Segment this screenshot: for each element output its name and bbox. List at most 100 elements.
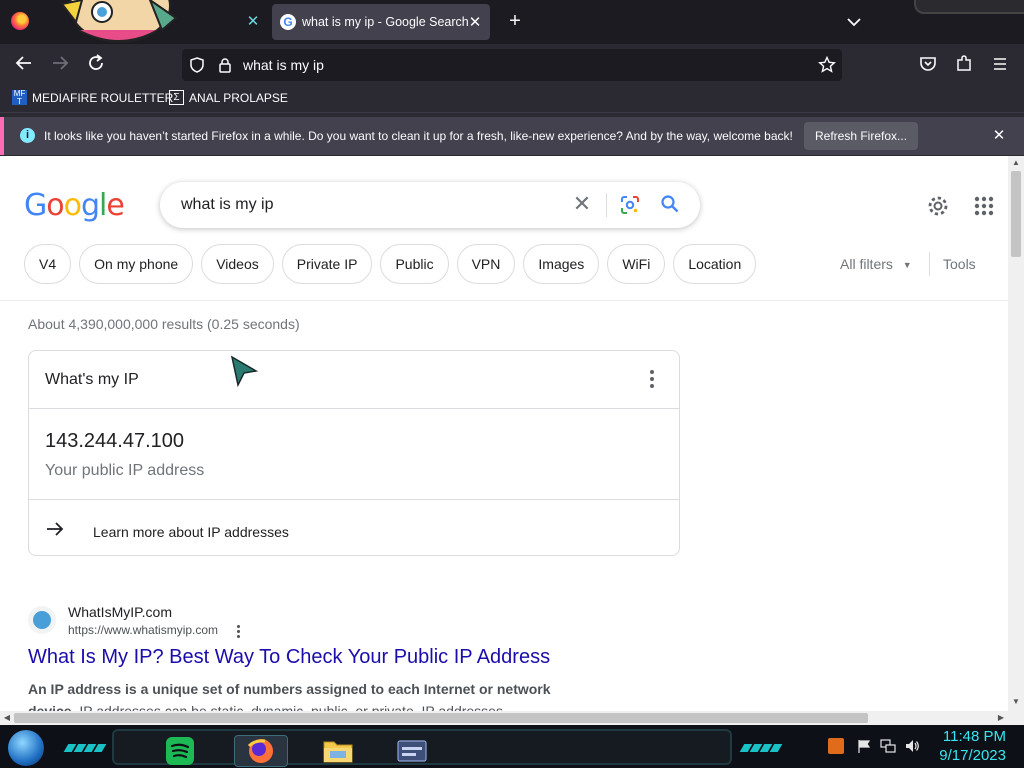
result-site-name[interactable]: WhatIsMyIP.com xyxy=(68,604,172,620)
chip-on-my-phone[interactable]: On my phone xyxy=(79,244,194,284)
result-stats: About 4,390,000,000 results (0.25 second… xyxy=(28,316,300,332)
lock-icon[interactable] xyxy=(216,56,234,74)
refresh-firefox-button[interactable]: Refresh Firefox... xyxy=(804,122,919,150)
taskbar: 11:48 PM 9/17/2023 xyxy=(0,725,1024,768)
vertical-scroll-thumb[interactable] xyxy=(1011,171,1021,257)
google-logo[interactable]: Google xyxy=(24,188,125,223)
notification-message: It looks like you haven’t started Firefo… xyxy=(44,129,793,143)
vertical-scrollbar[interactable]: ▲ ▼ xyxy=(1008,156,1024,711)
ip-address: 143.244.47.100 xyxy=(45,430,185,452)
result-snippet: An IP address is a unique set of numbers… xyxy=(28,678,588,711)
url-text[interactable]: what is my ip xyxy=(243,57,324,73)
spotify-icon[interactable] xyxy=(160,735,200,767)
clear-search-icon[interactable]: ✕ xyxy=(570,191,594,217)
chip-wifi[interactable]: WiFi xyxy=(607,244,666,284)
taskbar-decoration xyxy=(739,739,786,752)
tab-close-icon[interactable]: ✕ xyxy=(466,13,484,31)
new-tab-icon[interactable]: + xyxy=(504,10,526,33)
mediafire-bookmark-icon: MF T xyxy=(12,89,27,106)
forward-arrow-icon[interactable] xyxy=(48,53,72,77)
system-clock[interactable]: 11:48 PM 9/17/2023 xyxy=(934,727,1006,765)
google-favicon-icon: G xyxy=(280,14,296,30)
bookmark-star-icon[interactable] xyxy=(818,55,836,74)
hamburger-menu-icon[interactable] xyxy=(990,54,1010,74)
google-logo-letter: o xyxy=(63,188,82,223)
cartoon-sticker-image xyxy=(58,0,182,46)
pocket-icon[interactable] xyxy=(918,54,938,74)
whatismyip-favicon-icon xyxy=(28,606,56,634)
horizontal-scroll-thumb[interactable] xyxy=(14,713,868,723)
notification-accent-stripe xyxy=(0,117,4,155)
result-url[interactable]: https://www.whatismyip.com xyxy=(68,623,218,637)
all-filters-label: All filters xyxy=(840,256,893,272)
firefox-taskbar-icon[interactable] xyxy=(234,735,288,767)
all-filters-button[interactable]: All filters ▼ xyxy=(840,256,912,272)
notification-close-icon[interactable]: ✕ xyxy=(990,126,1008,144)
ip-address-caption: Your public IP address xyxy=(45,462,205,479)
bookmark-label: ANAL PROLAPSE xyxy=(189,90,288,105)
window-frame-decoration xyxy=(914,0,1024,14)
tools-button[interactable]: Tools xyxy=(943,256,976,272)
scroll-down-icon[interactable]: ▼ xyxy=(1008,697,1024,706)
clock-date: 9/17/2023 xyxy=(939,747,1006,764)
google-logo-letter: e xyxy=(106,188,124,223)
chip-images[interactable]: Images xyxy=(523,244,600,284)
search-magnifier-icon[interactable] xyxy=(660,194,680,214)
chip-videos[interactable]: Videos xyxy=(201,244,274,284)
horizontal-scrollbar[interactable]: ◀ ▶ xyxy=(0,711,1024,725)
scroll-up-icon[interactable]: ▲ xyxy=(1008,158,1024,167)
network-icon[interactable] xyxy=(880,738,896,754)
start-orb-button[interactable] xyxy=(8,730,44,766)
taskbar-decoration xyxy=(63,739,110,752)
chip-private-ip[interactable]: Private IP xyxy=(281,244,373,284)
google-apps-grid-icon[interactable] xyxy=(973,195,995,217)
search-box[interactable]: what is my ip ✕ xyxy=(160,182,700,228)
bookmarks-toolbar: MF T MEDIAFIRE ROULETTER Σ ANAL PROLAPSE xyxy=(0,86,1024,112)
result-options-icon[interactable] xyxy=(235,624,241,640)
dropdown-caret-icon: ▼ xyxy=(902,260,912,270)
tab-1-close-icon[interactable]: ✕ xyxy=(244,12,262,30)
search-input[interactable]: what is my ip xyxy=(181,196,273,214)
search-divider xyxy=(606,193,607,217)
address-bar[interactable]: what is my ip xyxy=(182,49,842,81)
google-logo-letter: g xyxy=(80,188,100,223)
snippet-rest: . IP addresses can be static, dynamic, p… xyxy=(71,703,519,711)
card-divider xyxy=(29,499,679,500)
reload-icon[interactable] xyxy=(84,53,108,77)
whats-my-ip-card: What's my IP 143.244.47.100 Your public … xyxy=(28,350,680,556)
bookmark-anal-prolapse[interactable]: Σ ANAL PROLAPSE xyxy=(169,90,288,105)
more-options-icon[interactable] xyxy=(645,367,659,391)
bookmark-mediafire-rouletter[interactable]: MF T MEDIAFIRE ROULETTER xyxy=(12,89,174,106)
bookmark-label: MEDIAFIRE ROULETTER xyxy=(32,90,174,105)
learn-more-link[interactable]: Learn more about IP addresses xyxy=(45,519,289,545)
tracking-protection-shield-icon[interactable] xyxy=(188,56,206,74)
tab-title: what is my ip - Google Search xyxy=(302,15,469,29)
tab-google-search[interactable]: G what is my ip - Google Search ✕ xyxy=(272,4,490,40)
refresh-firefox-notification: i It looks like you haven’t started Fire… xyxy=(0,112,1024,156)
firefox-logo-icon[interactable] xyxy=(11,12,29,30)
result-title-link[interactable]: What Is My IP? Best Way To Check Your Pu… xyxy=(28,646,550,669)
file-explorer-icon[interactable] xyxy=(318,735,358,767)
volume-icon[interactable] xyxy=(904,738,920,754)
scroll-left-icon[interactable]: ◀ xyxy=(0,711,14,725)
google-lens-icon[interactable] xyxy=(620,195,640,215)
arrow-right-icon xyxy=(45,519,69,545)
chip-location[interactable]: Location xyxy=(673,244,757,284)
back-arrow-icon[interactable] xyxy=(12,53,36,77)
tray-app-icon[interactable] xyxy=(828,738,844,754)
chip-public[interactable]: Public xyxy=(380,244,449,284)
extensions-puzzle-icon[interactable] xyxy=(954,54,974,74)
filter-chips: V4 On my phone Videos Private IP Public … xyxy=(24,244,757,284)
chip-vpn[interactable]: VPN xyxy=(456,244,516,284)
scroll-right-icon[interactable]: ▶ xyxy=(994,711,1008,725)
action-center-flag-icon[interactable] xyxy=(856,738,872,754)
navigation-toolbar: what is my ip xyxy=(0,44,1024,86)
settings-gear-icon[interactable] xyxy=(926,194,950,218)
list-all-tabs-chevron-icon[interactable] xyxy=(844,12,864,32)
chip-v4[interactable]: V4 xyxy=(24,244,72,284)
window-icon[interactable] xyxy=(392,735,432,767)
header-divider xyxy=(0,300,1008,301)
learn-more-label: Learn more about IP addresses xyxy=(93,524,289,540)
tools-divider xyxy=(929,252,930,276)
clock-time: 11:48 PM xyxy=(942,728,1006,745)
